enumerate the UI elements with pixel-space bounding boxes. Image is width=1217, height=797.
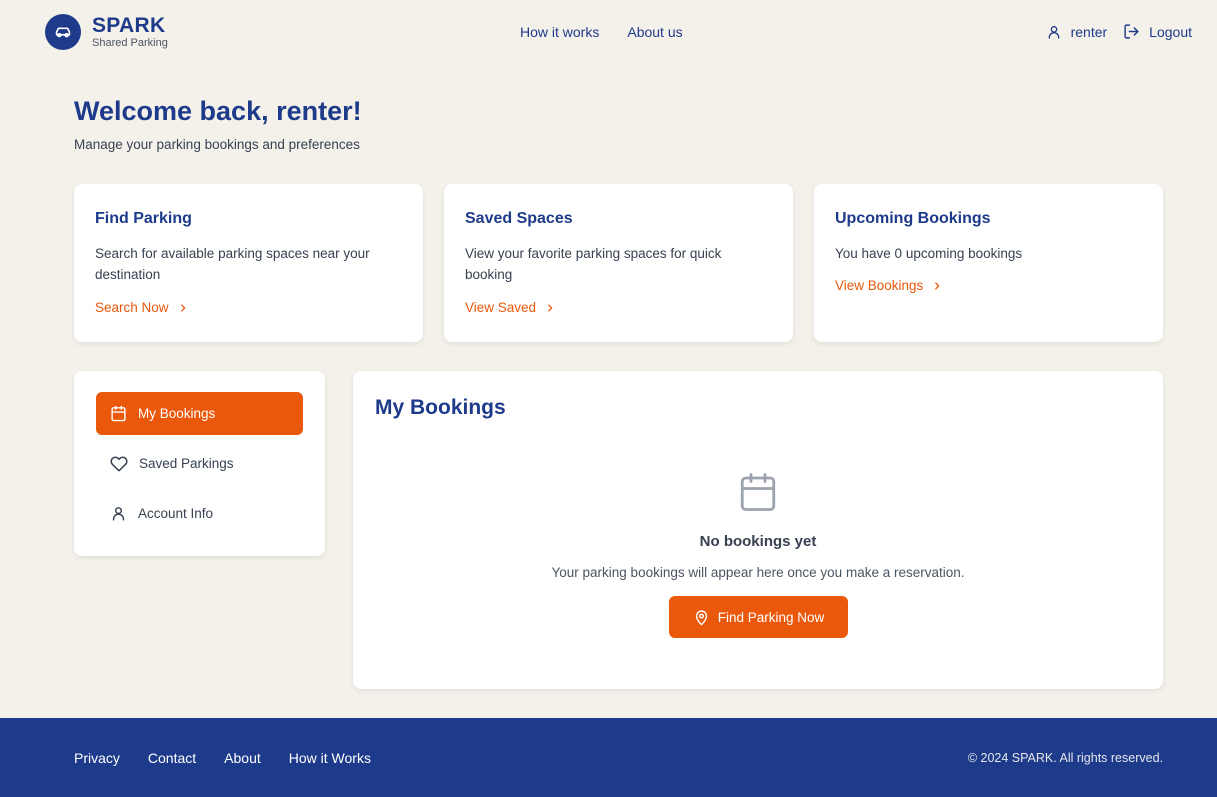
site-footer: Privacy Contact About How it Works © 202… — [0, 718, 1217, 797]
card-title: Find Parking — [95, 210, 192, 227]
footer-link-about[interactable]: About — [224, 750, 261, 766]
nav-how-it-works[interactable]: How it works — [520, 24, 599, 40]
link-label: View Bookings — [835, 278, 924, 293]
car-icon — [45, 14, 81, 50]
brand-tagline: Shared Parking — [92, 37, 168, 49]
card-saved-spaces: Saved Spaces View your favorite parking … — [444, 184, 793, 342]
find-parking-now-button[interactable]: Find Parking Now — [669, 596, 848, 638]
nav-about-us[interactable]: About us — [627, 24, 682, 40]
sidebar-item-account-info[interactable]: Account Info — [96, 492, 303, 535]
empty-state-description: Your parking bookings will appear here o… — [551, 565, 965, 580]
button-label: Find Parking Now — [717, 609, 825, 625]
user-name: renter — [1070, 23, 1108, 40]
sidebar-item-saved-parkings[interactable]: Saved Parkings — [96, 442, 303, 485]
sidebar-item-label: Account Info — [138, 506, 214, 521]
link-label: Search Now — [95, 300, 169, 315]
sidebar-item-my-bookings[interactable]: My Bookings — [96, 392, 303, 435]
logout-icon — [1124, 24, 1139, 39]
bookings-title: My Bookings — [375, 396, 506, 419]
dashboard-sidebar: My Bookings Saved Parkings Account Info — [74, 371, 325, 556]
copyright-text: © 2024 SPARK. All rights reserved. — [967, 751, 1163, 765]
card-description: Search for available parking spaces near… — [95, 246, 370, 282]
page-subtitle: Manage your parking bookings and prefere… — [74, 137, 360, 152]
card-description: You have 0 upcoming bookings — [835, 246, 1023, 261]
footer-link-privacy[interactable]: Privacy — [74, 750, 120, 766]
footer-link-how-it-works[interactable]: How it Works — [289, 750, 371, 766]
search-now-link[interactable]: Search Now — [95, 300, 188, 315]
link-label: View Saved — [465, 300, 537, 315]
card-description: View your favorite parking spaces for qu… — [465, 246, 722, 282]
card-find-parking: Find Parking Search for available parkin… — [74, 184, 423, 342]
user-area: renter Logout — [1046, 23, 1192, 40]
empty-state-title: No bookings yet — [699, 533, 817, 550]
logout-label: Logout — [1149, 23, 1192, 40]
brand-logo[interactable]: SPARK Shared Parking — [45, 14, 168, 50]
user-icon — [1048, 25, 1059, 39]
chevron-right-icon — [935, 281, 940, 290]
calendar-icon — [111, 405, 126, 422]
site-header: SPARK Shared Parking How it works About … — [0, 0, 1217, 66]
chevron-right-icon — [180, 303, 185, 312]
logout-button[interactable]: Logout — [1123, 23, 1192, 40]
page-title: Welcome back, renter! — [74, 96, 362, 126]
card-upcoming-bookings: Upcoming Bookings You have 0 upcoming bo… — [814, 184, 1163, 342]
bookings-panel: My Bookings No bookings yet Your parking… — [353, 371, 1163, 689]
card-title: Saved Spaces — [465, 210, 573, 227]
card-title: Upcoming Bookings — [835, 210, 991, 227]
heart-icon — [110, 455, 128, 471]
sidebar-item-label: My Bookings — [138, 406, 216, 421]
view-saved-link[interactable]: View Saved — [465, 300, 555, 315]
view-bookings-link[interactable]: View Bookings — [835, 278, 942, 293]
sidebar-item-label: Saved Parkings — [139, 456, 234, 471]
user-profile-link[interactable]: renter — [1046, 23, 1108, 40]
map-pin-icon — [695, 609, 707, 625]
footer-links: Privacy Contact About How it Works — [74, 750, 371, 766]
footer-link-contact[interactable]: Contact — [148, 750, 196, 766]
chevron-right-icon — [548, 303, 553, 312]
main-nav: How it works About us — [520, 24, 683, 40]
user-icon — [112, 507, 125, 521]
brand-name: SPARK — [92, 14, 166, 37]
calendar-icon — [740, 473, 776, 511]
